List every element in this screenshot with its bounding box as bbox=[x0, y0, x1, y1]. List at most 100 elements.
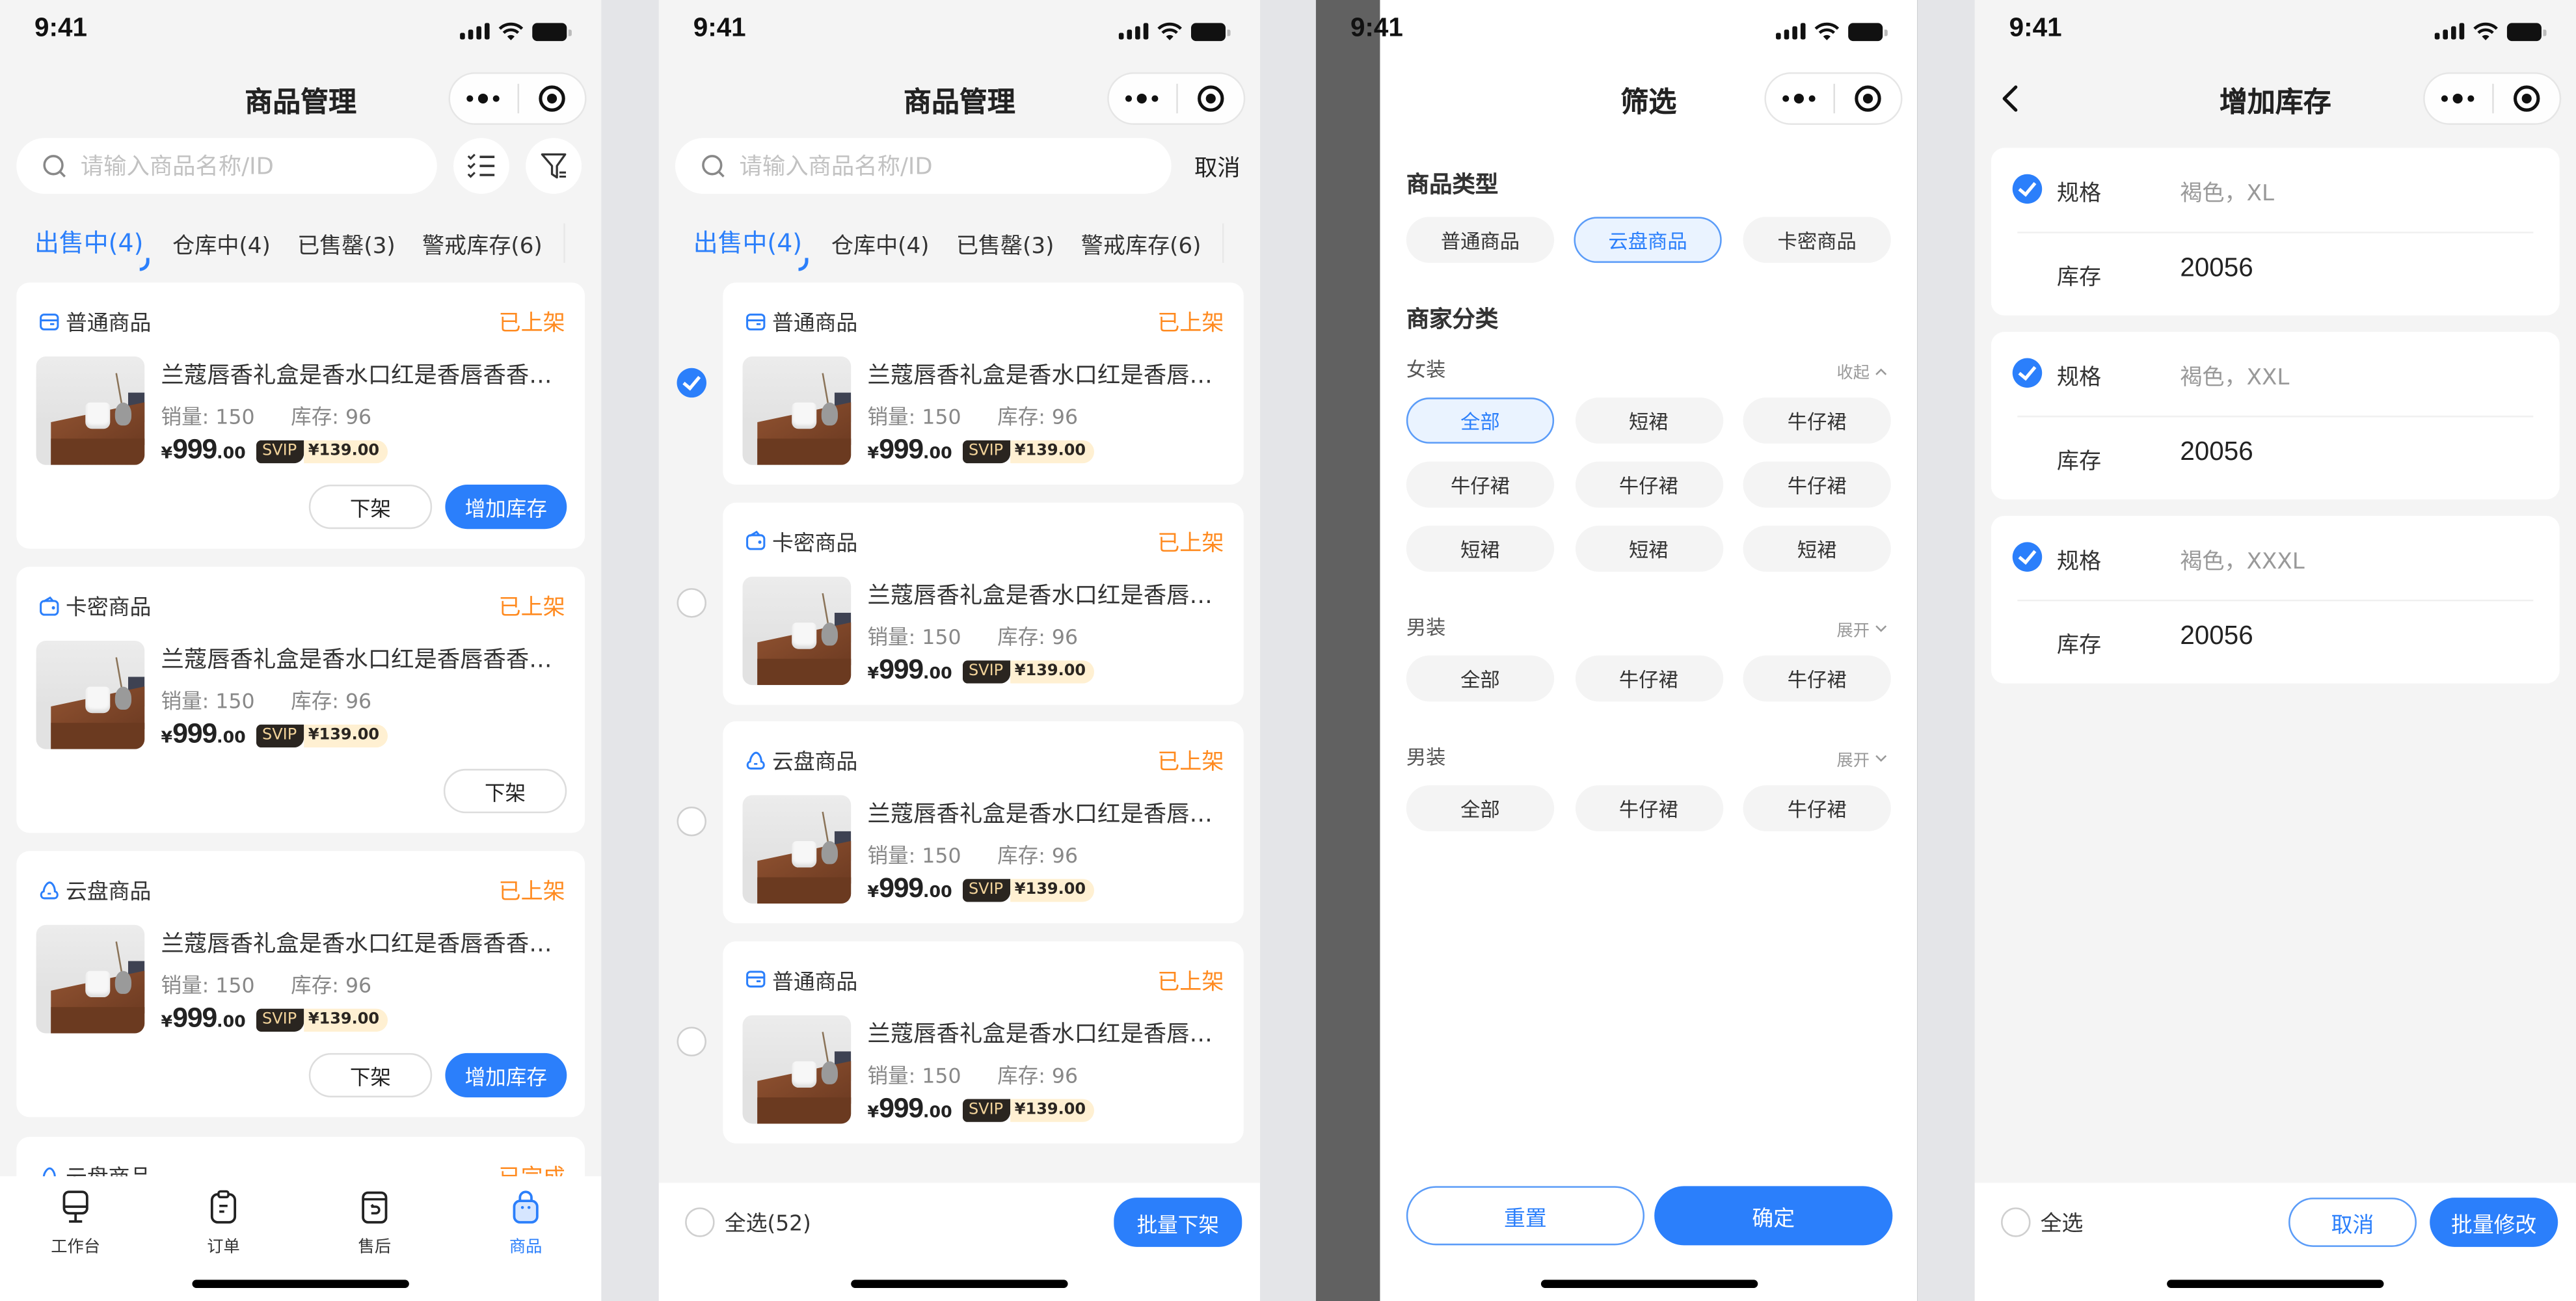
collapse-toggle[interactable]: 收起 bbox=[1837, 358, 1888, 382]
sales-count: 销量: 150 bbox=[161, 688, 255, 714]
product-card[interactable]: 云盘商品 已上架 兰蔻唇香礼盒是香水口红是香唇香香礼盒 销量: 150 库存: 9… bbox=[16, 851, 585, 1118]
row-select-checkbox[interactable] bbox=[677, 1026, 706, 1056]
tab-on-sale[interactable]: 出售中(4) bbox=[34, 225, 150, 271]
row-select-checkbox[interactable] bbox=[677, 368, 706, 398]
category-chip[interactable]: 短裙 bbox=[1574, 397, 1723, 444]
cloud-icon bbox=[746, 751, 765, 769]
cellular-signal-icon bbox=[1776, 23, 1806, 40]
product-card[interactable]: 云盘商品 已上架 兰蔻唇香礼盒是香水口红是香唇香香礼盒 销量: 150 库存: 9… bbox=[723, 721, 1244, 924]
batch-delist-button[interactable]: 批量下架 bbox=[1114, 1198, 1242, 1247]
tabbar-item-products[interactable]: 商品 bbox=[476, 1189, 575, 1257]
row-select-checkbox[interactable] bbox=[677, 587, 706, 617]
row-select-checkbox[interactable] bbox=[677, 807, 706, 837]
add-stock-button[interactable]: 增加库存 bbox=[445, 1053, 567, 1098]
category-chip[interactable]: 短裙 bbox=[1406, 526, 1555, 572]
product-card[interactable]: 普通商品 已上架 兰蔻唇香礼盒是香水口红是香唇香香礼盒 销量: 150 库存: 9… bbox=[723, 282, 1244, 485]
delist-button[interactable]: 下架 bbox=[308, 485, 433, 530]
chip-product-type-selected[interactable]: 云盘商品 bbox=[1574, 217, 1722, 263]
category-chip[interactable]: 全部 bbox=[1406, 655, 1555, 702]
svip-price-badge: SVIP ¥139.00 bbox=[961, 659, 1094, 683]
tabbar-item-orders[interactable]: 订单 bbox=[174, 1189, 273, 1257]
stock-input[interactable]: 20056 bbox=[2180, 254, 2253, 284]
select-all-checkbox[interactable]: 全选 bbox=[2001, 1206, 2083, 1237]
product-name: 兰蔻唇香礼盒是香水口红是香唇香香礼盒 bbox=[867, 801, 1222, 828]
batch-edit-button[interactable]: 批量修改 bbox=[2430, 1198, 2558, 1247]
spec-value: 褐色，XXXL bbox=[2180, 548, 2305, 575]
category-chip-selected[interactable]: 全部 bbox=[1406, 397, 1555, 444]
category-chip[interactable]: 牛仔裙 bbox=[1743, 461, 1891, 508]
delist-button[interactable]: 下架 bbox=[443, 768, 567, 814]
tab-low-stock[interactable]: 警戒库存(6) bbox=[422, 227, 543, 260]
category-chip[interactable]: 牛仔裙 bbox=[1574, 785, 1723, 831]
more-icon[interactable] bbox=[2425, 93, 2491, 104]
tabbar-item-workbench[interactable]: 工作台 bbox=[26, 1189, 125, 1257]
close-miniapp-icon[interactable] bbox=[1177, 85, 1244, 112]
category-chip[interactable]: 牛仔裙 bbox=[1743, 397, 1891, 444]
search-input[interactable]: 请输入商品名称/ID bbox=[675, 138, 1172, 194]
more-icon[interactable] bbox=[1766, 93, 1832, 104]
cancel-batch-button[interactable]: 取消 bbox=[1194, 151, 1241, 184]
status-time: 9:41 bbox=[34, 14, 87, 43]
category-chip[interactable]: 牛仔裙 bbox=[1743, 785, 1891, 831]
product-card[interactable]: 普通商品 已上架 兰蔻唇香礼盒是香水口红是香唇香香礼盒 销量: 150 库存: 9… bbox=[723, 940, 1244, 1143]
spec-value: 褐色，XXL bbox=[2180, 364, 2290, 392]
tab-low-stock[interactable]: 警戒库存(6) bbox=[1081, 227, 1201, 260]
category-chip[interactable]: 全部 bbox=[1406, 785, 1555, 831]
stock-input[interactable]: 20056 bbox=[2180, 623, 2253, 652]
close-miniapp-icon[interactable] bbox=[518, 85, 585, 112]
category-chip[interactable]: 短裙 bbox=[1743, 526, 1891, 572]
stock-count: 库存: 96 bbox=[997, 404, 1079, 429]
more-icon[interactable] bbox=[1109, 93, 1175, 104]
sku-select-checkbox[interactable] bbox=[2012, 358, 2043, 388]
tab-sold-out[interactable]: 已售罄(3) bbox=[297, 227, 396, 260]
add-stock-button[interactable]: 增加库存 bbox=[445, 485, 567, 530]
search-input[interactable]: 请输入商品名称/ID bbox=[16, 138, 437, 194]
chevron-down-icon bbox=[1875, 624, 1887, 632]
product-image bbox=[36, 356, 145, 465]
chip-product-type[interactable]: 普通商品 bbox=[1406, 217, 1555, 263]
product-name: 兰蔻唇香礼盒是香水口红是香唇香香礼盒 bbox=[867, 363, 1222, 390]
search-placeholder: 请输入商品名称/ID bbox=[739, 154, 933, 181]
battery-icon bbox=[2506, 22, 2547, 40]
batch-manage-button[interactable] bbox=[453, 138, 509, 194]
category-chip[interactable]: 牛仔裙 bbox=[1574, 655, 1723, 702]
category-chip[interactable]: 牛仔裙 bbox=[1406, 461, 1555, 508]
tab-in-warehouse[interactable]: 仓库中(4) bbox=[172, 227, 271, 260]
category-chip[interactable]: 牛仔裙 bbox=[1743, 655, 1891, 702]
close-miniapp-icon[interactable] bbox=[1834, 85, 1901, 112]
expand-toggle[interactable]: 展开 bbox=[1837, 746, 1888, 770]
nav-bar: 商品管理 bbox=[0, 66, 601, 131]
close-miniapp-icon[interactable] bbox=[2493, 85, 2559, 112]
expand-toggle[interactable]: 展开 bbox=[1837, 616, 1888, 641]
chip-product-type[interactable]: 卡密商品 bbox=[1743, 217, 1891, 263]
tab-sold-out[interactable]: 已售罄(3) bbox=[956, 227, 1054, 260]
tabbar-item-after-sales[interactable]: 售后 bbox=[325, 1189, 424, 1257]
select-all-checkbox[interactable]: 全选(52) bbox=[685, 1206, 811, 1237]
mini-program-capsule bbox=[448, 72, 587, 125]
stock-label: 库存 bbox=[2056, 264, 2102, 291]
product-card[interactable]: 卡密商品 已上架 兰蔻唇香礼盒是香水口红是香唇香香礼盒 销量: 150 库存: 9… bbox=[723, 502, 1244, 704]
tab-in-warehouse[interactable]: 仓库中(4) bbox=[831, 227, 930, 260]
sku-stock-card: 规格 褐色，XXXL 库存 20056 bbox=[1991, 516, 2560, 684]
svip-price-badge: SVIP ¥139.00 bbox=[961, 440, 1094, 464]
order-icon bbox=[210, 1190, 237, 1224]
active-tab-indicator bbox=[799, 258, 809, 271]
product-card[interactable]: 普通商品 已上架 兰蔻唇香礼盒是香水口红是香唇香香礼盒 销量: 150 库存: 9… bbox=[16, 282, 585, 549]
svip-price-badge: SVIP ¥139.00 bbox=[255, 1008, 388, 1032]
wifi-icon bbox=[498, 22, 524, 40]
product-card[interactable]: 卡密商品 已上架 兰蔻唇香礼盒是香水口红是香唇香香礼盒 销量: 150 库存: 9… bbox=[16, 567, 585, 833]
batch-action-bar: 全选(52) 批量下架 bbox=[658, 1183, 1261, 1301]
product-type: 普通商品 bbox=[771, 312, 858, 337]
more-icon[interactable] bbox=[450, 93, 517, 104]
filter-button[interactable] bbox=[526, 138, 582, 194]
stock-input[interactable]: 20056 bbox=[2180, 438, 2253, 468]
sku-select-checkbox[interactable] bbox=[2012, 174, 2043, 204]
sku-select-checkbox[interactable] bbox=[2012, 542, 2043, 572]
cancel-button[interactable]: 取消 bbox=[2288, 1198, 2417, 1247]
confirm-button[interactable]: 确定 bbox=[1654, 1186, 1893, 1246]
reset-button[interactable]: 重置 bbox=[1406, 1186, 1645, 1246]
category-chip[interactable]: 短裙 bbox=[1574, 526, 1723, 572]
tab-on-sale[interactable]: 出售中(4) bbox=[693, 225, 809, 271]
category-chip[interactable]: 牛仔裙 bbox=[1574, 461, 1723, 508]
delist-button[interactable]: 下架 bbox=[308, 1053, 433, 1098]
